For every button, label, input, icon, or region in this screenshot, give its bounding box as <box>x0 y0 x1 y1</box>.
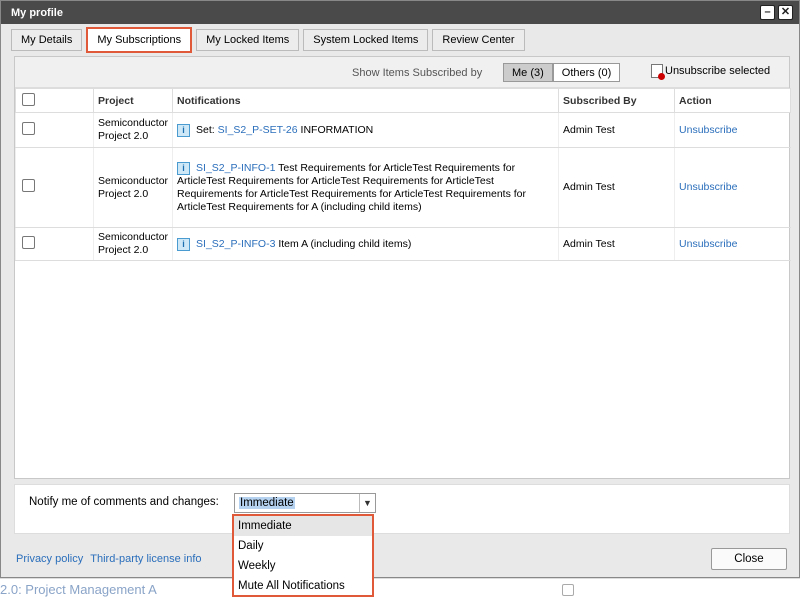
subscribed-by-toggle: Me (3) Others (0) <box>503 63 621 82</box>
row-project: Semiconductor Project 2.0 <box>92 227 173 261</box>
notification-item-link[interactable]: SI_S2_P-INFO-3 <box>196 238 275 250</box>
chevron-down-icon[interactable]: ▼ <box>359 494 375 512</box>
header-subscribed-by[interactable]: Subscribed By <box>558 88 676 113</box>
tab-review-center[interactable]: Review Center <box>432 29 525 51</box>
minimize-icon[interactable]: – <box>760 5 775 20</box>
option-daily[interactable]: Daily <box>234 536 372 556</box>
unsubscribe-selected-label: Unsubscribe selected <box>665 65 771 77</box>
row-project: Semiconductor Project 2.0 <box>92 147 173 228</box>
privacy-policy-link[interactable]: Privacy policy <box>16 553 83 565</box>
row-checkbox[interactable] <box>22 121 35 135</box>
notification-frequency-area: Notify me of comments and changes: Immed… <box>14 484 790 534</box>
subscriptions-panel: Show Items Subscribed by Me (3) Others (… <box>14 56 791 479</box>
table-row: Semiconductor Project 2.0 i SI_S2_P-INFO-… <box>15 227 791 261</box>
row-notification: i SI_S2_P-INFO-3 Item A (including child … <box>172 227 559 261</box>
unsubscribe-document-icon <box>651 64 665 80</box>
tab-my-subscriptions[interactable]: My Subscriptions <box>86 27 193 53</box>
row-subscribed-by: Admin Test <box>558 227 675 261</box>
dialog-title: My profile <box>11 6 63 19</box>
header-notifications[interactable]: Notifications <box>172 88 560 113</box>
row-checkbox[interactable] <box>22 235 35 249</box>
header-project[interactable]: Project <box>92 88 174 113</box>
background-checkbox <box>562 584 574 596</box>
notification-item-link[interactable]: SI_S2_P-INFO-1 <box>196 162 275 174</box>
table-row: Semiconductor Project 2.0 i SI_S2_P-INFO-… <box>15 147 791 228</box>
info-icon: i <box>177 161 191 175</box>
notification-text: Item A (including child items) <box>275 237 412 250</box>
unsubscribe-link[interactable]: Unsubscribe <box>679 181 737 193</box>
background-link: 2.0: Project Management A <box>0 582 157 597</box>
option-mute-all[interactable]: Mute All Notifications <box>234 576 372 596</box>
profile-tabs: My Details My Subscriptions My Locked It… <box>11 27 525 53</box>
notify-frequency-select[interactable]: Immediate ▼ <box>234 493 376 513</box>
notify-selected-value: Immediate <box>239 497 295 509</box>
third-party-license-link[interactable]: Third-party license info <box>90 553 201 565</box>
option-immediate[interactable]: Immediate <box>234 516 372 536</box>
info-icon: i <box>177 237 191 251</box>
row-notification: i SI_S2_P-INFO-1 Test Requirements for Ar… <box>172 147 559 228</box>
row-notification: i Set: SI_S2_P-SET-26 INFORMATION <box>172 112 559 148</box>
unsubscribe-link[interactable]: Unsubscribe <box>679 124 737 136</box>
row-project: Semiconductor Project 2.0 <box>92 112 173 148</box>
tab-system-locked-items[interactable]: System Locked Items <box>303 29 429 51</box>
row-subscribed-by: Admin Test <box>558 147 675 228</box>
unsubscribe-link[interactable]: Unsubscribe <box>679 238 737 250</box>
option-weekly[interactable]: Weekly <box>234 556 372 576</box>
row-checkbox[interactable] <box>22 179 35 192</box>
table-row: Semiconductor Project 2.0 i Set: SI_S2_P-… <box>15 112 791 148</box>
close-icon[interactable]: ✕ <box>778 5 793 20</box>
notification-item-link[interactable]: SI_S2_P-SET-26 <box>218 124 298 136</box>
row-subscribed-by: Admin Test <box>558 112 675 148</box>
unsubscribe-selected-button[interactable]: Unsubscribe selected <box>651 64 771 80</box>
close-button[interactable]: Close <box>711 548 787 570</box>
notify-frequency-dropdown: Immediate Daily Weekly Mute All Notifica… <box>232 514 374 597</box>
notification-prefix: Set: <box>196 123 218 136</box>
filter-others-button[interactable]: Others (0) <box>552 63 621 82</box>
notification-text: INFORMATION <box>297 123 374 136</box>
filter-me-button[interactable]: Me (3) <box>503 63 553 82</box>
select-all-checkbox[interactable] <box>22 92 35 106</box>
header-action: Action <box>674 88 791 113</box>
tab-my-details[interactable]: My Details <box>11 29 83 51</box>
info-icon: i <box>177 123 191 137</box>
dialog-titlebar: My profile – ✕ <box>1 1 799 24</box>
tab-my-locked-items[interactable]: My Locked Items <box>196 29 300 51</box>
filter-bar: Show Items Subscribed by Me (3) Others (… <box>15 57 789 88</box>
subscriptions-table: Project Notifications Subscribed By Acti… <box>15 88 791 261</box>
filter-label: Show Items Subscribed by <box>352 67 483 79</box>
footer-links: Privacy policy Third-party license info <box>16 553 202 565</box>
notify-label: Notify me of comments and changes: <box>29 496 219 508</box>
profile-dialog: My profile – ✕ My Details My Subscriptio… <box>0 0 800 578</box>
